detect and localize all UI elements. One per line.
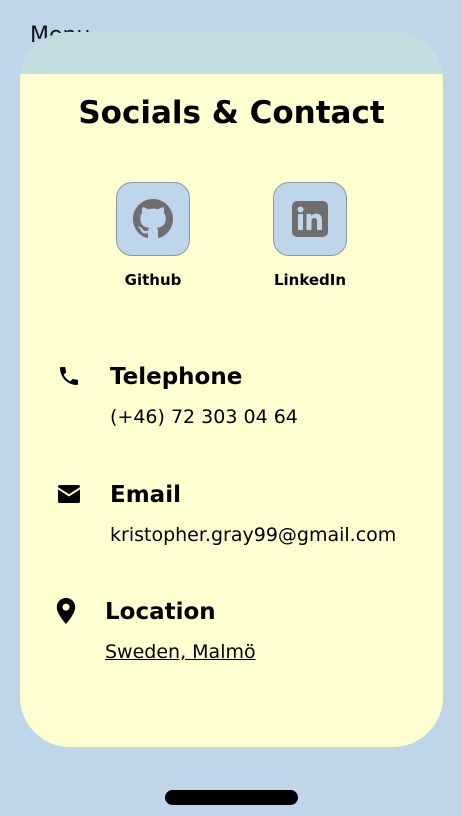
github-icon: [133, 199, 173, 239]
map-pin-icon: [52, 597, 80, 625]
page-title: Socials & Contact: [78, 95, 385, 131]
linkedin-icon: [292, 201, 328, 237]
linkedin-link[interactable]: LinkedIn: [255, 182, 365, 290]
card-top-band: [20, 32, 443, 74]
github-link[interactable]: Github: [98, 182, 208, 290]
linkedin-label: LinkedIn: [273, 271, 347, 289]
envelope-icon: [55, 480, 83, 508]
linkedin-tile[interactable]: [273, 182, 347, 256]
github-label: Github: [124, 271, 182, 289]
phone-icon: [55, 362, 83, 390]
telephone-value: (+46) 72 303 04 64: [110, 406, 298, 428]
github-tile[interactable]: [116, 182, 190, 256]
email-value[interactable]: kristopher.gray99@gmail.com: [110, 522, 396, 548]
location-link[interactable]: Sweden, Malmö: [105, 639, 256, 665]
telephone-heading: Telephone: [110, 364, 243, 390]
email-heading: Email: [110, 482, 181, 508]
home-indicator[interactable]: [165, 790, 298, 805]
contact-card: Socials & Contact Github LinkedIn Teleph…: [20, 32, 443, 747]
location-heading: Location: [105, 599, 216, 625]
